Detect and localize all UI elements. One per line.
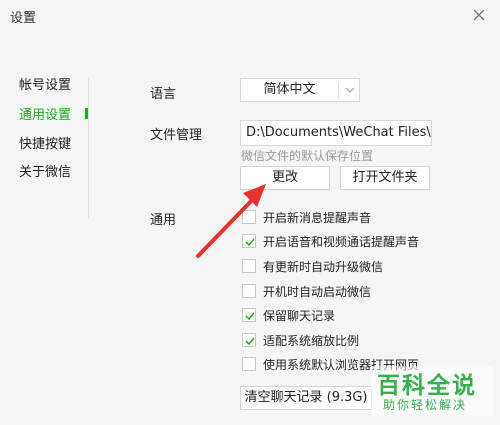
sidebar-item-label: 快捷按键 xyxy=(19,137,72,152)
general-label: 通用 xyxy=(150,213,177,228)
option-label: 保留聊天记录 xyxy=(263,309,336,323)
file-management-label: 文件管理 xyxy=(150,128,203,143)
sidebar-divider xyxy=(88,78,89,218)
language-label: 语言 xyxy=(150,87,177,102)
sidebar-item-about[interactable]: 关于微信 xyxy=(19,161,71,180)
watermark-logo: 百科全说 助你轻松解决 xyxy=(371,366,493,416)
sidebar-item-general[interactable]: 通用设置 xyxy=(19,104,88,123)
checkbox[interactable] xyxy=(242,333,256,347)
open-folder-button[interactable]: 打开文件夹 xyxy=(340,166,430,190)
checkbox[interactable] xyxy=(242,210,256,224)
clear-chat-history-button[interactable]: 清空聊天记录 (9.3G) xyxy=(240,386,372,410)
sidebar-item-label: 关于微信 xyxy=(19,165,72,180)
sidebar-item-label: 帐号设置 xyxy=(19,78,72,93)
file-path-field[interactable]: D:\Documents\WeChat Files\ xyxy=(240,120,432,146)
checkbox[interactable] xyxy=(242,234,256,248)
chevron-down-icon xyxy=(345,87,355,93)
checkmark-icon xyxy=(245,337,255,346)
file-path-hint: 微信文件的默认保存位置 xyxy=(241,149,374,163)
sidebar-item-account[interactable]: 帐号设置 xyxy=(19,74,71,93)
checkbox[interactable] xyxy=(242,357,256,371)
close-button[interactable] xyxy=(470,6,488,24)
option-label: 适配系统缩放比例 xyxy=(263,334,360,348)
checkmark-icon xyxy=(245,238,255,247)
watermark-title: 百科全说 xyxy=(377,373,477,399)
close-icon xyxy=(473,9,485,21)
checkbox[interactable] xyxy=(242,308,256,322)
sidebar-item-shortcuts[interactable]: 快捷按键 xyxy=(19,133,71,152)
option-label: 开启新消息提醒声音 xyxy=(263,211,372,225)
change-path-button[interactable]: 更改 xyxy=(240,166,330,190)
language-dropdown[interactable]: 简体中文 xyxy=(240,78,360,102)
dropdown-separator xyxy=(338,82,339,98)
option-label: 开启语音和视频通话提醒声音 xyxy=(263,235,420,249)
checkbox[interactable] xyxy=(242,284,256,298)
sidebar-item-label: 通用设置 xyxy=(19,108,72,123)
language-value: 简体中文 xyxy=(263,82,316,97)
watermark-subtitle: 助你轻松解决 xyxy=(383,398,468,412)
option-label: 开机时自动启动微信 xyxy=(263,285,372,299)
checkbox[interactable] xyxy=(242,259,256,273)
option-label: 有更新时自动升级微信 xyxy=(263,260,384,274)
checkmark-icon xyxy=(245,312,255,321)
window-title: 设置 xyxy=(10,11,37,26)
